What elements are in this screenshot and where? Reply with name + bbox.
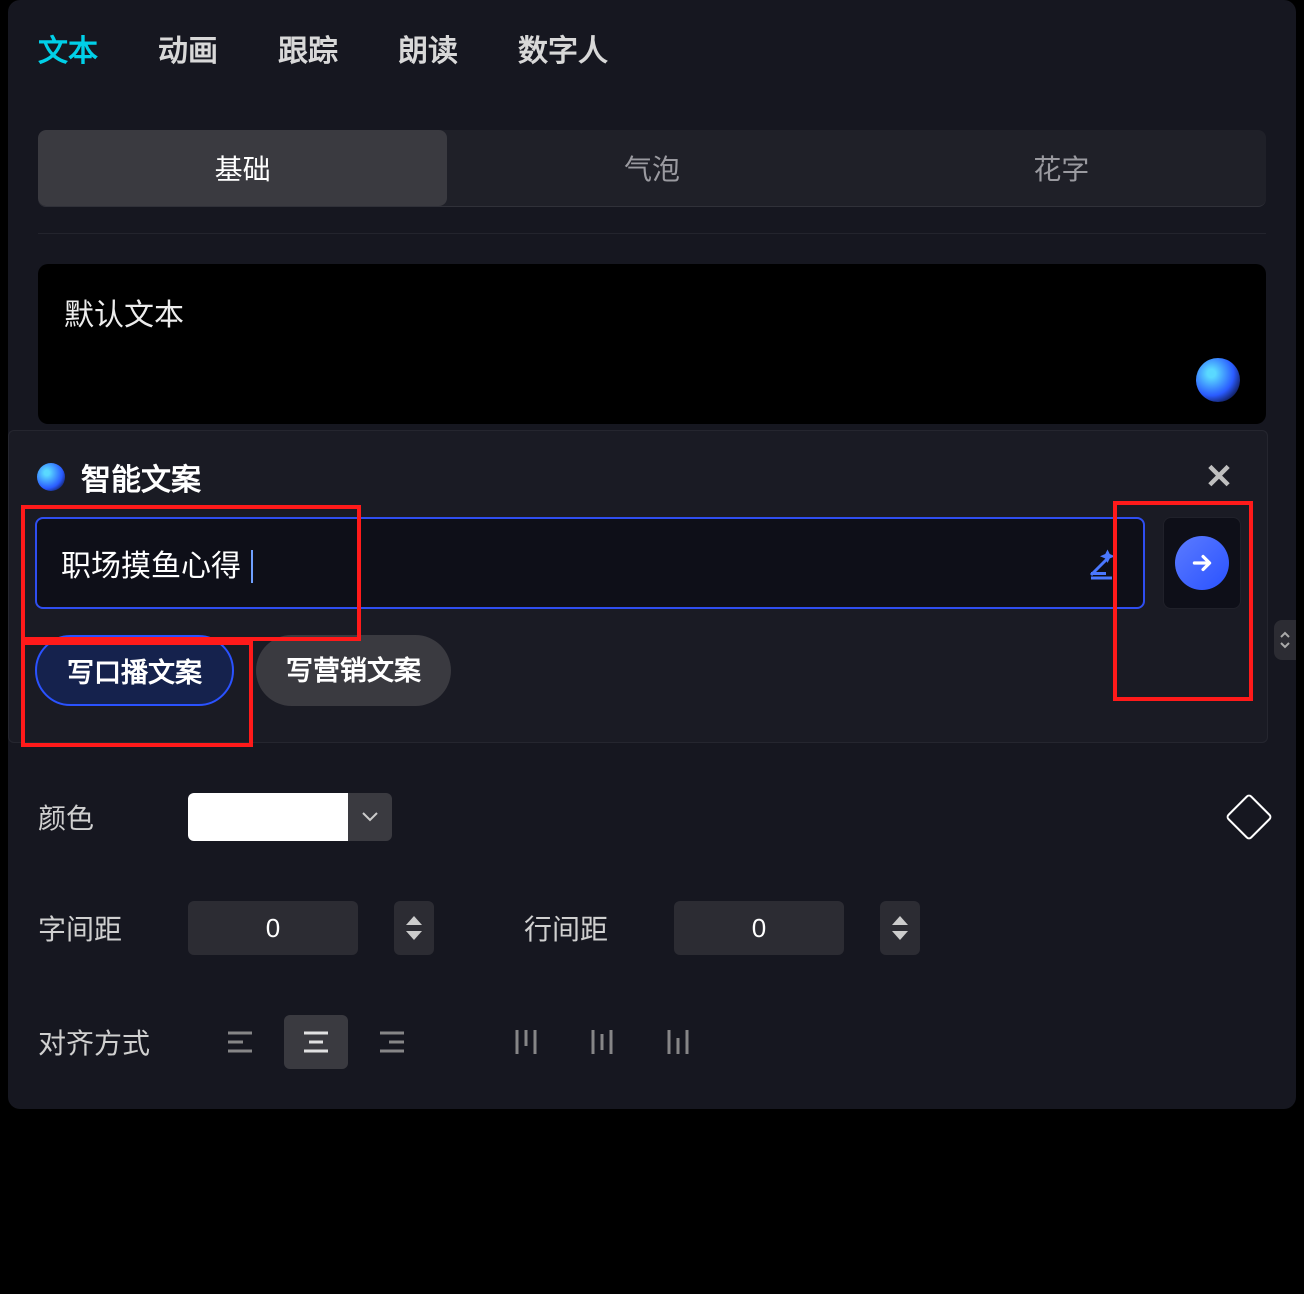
chevron-down-icon[interactable] bbox=[348, 793, 392, 841]
close-icon[interactable]: ✕ bbox=[1199, 457, 1239, 497]
subtab-basic[interactable]: 基础 bbox=[38, 130, 447, 206]
line-spacing-stepper[interactable] bbox=[880, 901, 920, 955]
style-subtabs: 基础 气泡 花字 bbox=[38, 130, 1266, 207]
prompt-input-value: 职场摸鱼心得 bbox=[61, 550, 241, 583]
tab-animation[interactable]: 动画 bbox=[158, 26, 218, 70]
row-alignment: 对齐方式 bbox=[38, 1015, 1266, 1069]
color-picker[interactable] bbox=[188, 793, 392, 841]
letter-spacing-stepper[interactable] bbox=[394, 901, 434, 955]
line-spacing-input[interactable]: 0 bbox=[674, 901, 844, 955]
prompt-input[interactable]: 职场摸鱼心得 bbox=[35, 517, 1145, 609]
text-panel: 文本 动画 跟踪 朗读 数字人 基础 气泡 花字 默认文本 智能文案 ✕ 职场摸… bbox=[8, 0, 1296, 1109]
arrow-right-icon bbox=[1175, 536, 1229, 590]
color-label: 颜色 bbox=[38, 797, 158, 837]
text-content-box[interactable]: 默认文本 bbox=[38, 264, 1266, 424]
chip-spoken-copy[interactable]: 写口播文案 bbox=[35, 635, 234, 706]
template-chips: 写口播文案 写营销文案 bbox=[35, 635, 1241, 706]
chevron-up-icon[interactable] bbox=[892, 916, 908, 925]
tab-digital-human[interactable]: 数字人 bbox=[518, 26, 608, 70]
subtab-bubble[interactable]: 气泡 bbox=[447, 130, 856, 206]
valign-bottom-button[interactable] bbox=[646, 1015, 710, 1069]
ai-orb-icon[interactable] bbox=[1196, 358, 1240, 402]
chip-marketing-copy[interactable]: 写营销文案 bbox=[256, 635, 451, 706]
chevron-down-icon[interactable] bbox=[892, 931, 908, 940]
top-tabs: 文本 动画 跟踪 朗读 数字人 bbox=[8, 0, 1296, 100]
letter-spacing-input[interactable]: 0 bbox=[188, 901, 358, 955]
ai-orb-mini-icon bbox=[37, 463, 65, 491]
valign-top-button[interactable] bbox=[494, 1015, 558, 1069]
tab-text[interactable]: 文本 bbox=[38, 26, 98, 70]
chevron-down-icon[interactable] bbox=[406, 931, 422, 940]
divider bbox=[38, 233, 1266, 234]
tab-read[interactable]: 朗读 bbox=[398, 26, 458, 70]
h-align-group bbox=[208, 1015, 424, 1069]
color-swatch bbox=[188, 793, 348, 841]
magic-wand-icon[interactable] bbox=[1085, 545, 1121, 581]
v-align-group bbox=[494, 1015, 710, 1069]
tab-track[interactable]: 跟踪 bbox=[278, 26, 338, 70]
valign-middle-button[interactable] bbox=[570, 1015, 634, 1069]
line-spacing-label: 行间距 bbox=[524, 908, 644, 948]
line-spacing-value: 0 bbox=[752, 913, 766, 944]
chevron-up-icon[interactable] bbox=[406, 916, 422, 925]
row-spacing: 字间距 0 行间距 0 bbox=[38, 901, 1266, 955]
align-label: 对齐方式 bbox=[38, 1022, 158, 1062]
submit-button[interactable] bbox=[1163, 517, 1241, 609]
subtab-fancy[interactable]: 花字 bbox=[857, 130, 1266, 206]
popup-title: 智能文案 bbox=[81, 455, 201, 499]
align-left-button[interactable] bbox=[208, 1015, 272, 1069]
smart-copy-popup: 智能文案 ✕ 职场摸鱼心得 写口播文案 写 bbox=[8, 430, 1268, 743]
align-right-button[interactable] bbox=[360, 1015, 424, 1069]
letter-spacing-value: 0 bbox=[266, 913, 280, 944]
align-center-button[interactable] bbox=[284, 1015, 348, 1069]
letter-spacing-label: 字间距 bbox=[38, 908, 158, 948]
scroll-grip-icon[interactable] bbox=[1274, 620, 1296, 660]
row-color: 颜色 bbox=[38, 793, 1266, 841]
text-style-form: 颜色 字间距 0 行间距 0 bbox=[38, 793, 1266, 1069]
keyframe-diamond-icon[interactable] bbox=[1225, 793, 1273, 841]
text-content-value: 默认文本 bbox=[64, 299, 184, 332]
